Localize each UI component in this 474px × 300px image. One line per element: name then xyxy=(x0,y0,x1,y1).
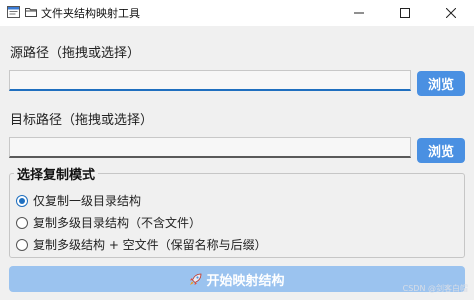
start-mapping-button[interactable]: 开始映射结构 xyxy=(9,266,465,292)
minimize-icon xyxy=(354,12,364,14)
radio-label: 复制多级目录结构（不含文件） xyxy=(33,216,202,230)
maximize-button[interactable] xyxy=(382,0,428,26)
radio-button[interactable] xyxy=(16,216,28,229)
copy-mode-title: 选择复制模式 xyxy=(14,164,99,183)
rocket-icon xyxy=(190,273,202,285)
title-bar[interactable]: 文件夹结构映射工具 xyxy=(0,0,474,26)
target-browse-button[interactable]: 浏览 xyxy=(417,138,465,163)
start-mapping-label: 开始映射结构 xyxy=(206,273,285,289)
radio-label: 复制多级结构 + 空文件（保留名称与后缀） xyxy=(33,238,267,252)
source-path-label: 源路径（拖拽或选择） xyxy=(10,46,141,61)
radio-option-level1[interactable]: 仅复制一级目录结构 xyxy=(16,192,141,209)
radio-label: 仅复制一级目录结构 xyxy=(33,194,142,208)
close-icon xyxy=(446,8,456,18)
source-path-input[interactable] xyxy=(9,70,411,91)
source-browse-button[interactable]: 浏览 xyxy=(417,71,465,96)
radio-button[interactable] xyxy=(16,238,28,251)
target-path-input[interactable] xyxy=(9,137,411,158)
app-icon xyxy=(7,6,20,18)
radio-option-multilevel-files[interactable]: 复制多级结构 + 空文件（保留名称与后缀） xyxy=(16,236,267,253)
watermark: CSDN @剑客白帽 xyxy=(402,284,468,293)
window-title: 文件夹结构映射工具 xyxy=(41,7,140,20)
minimize-button[interactable] xyxy=(336,0,382,26)
radio-option-multilevel[interactable]: 复制多级目录结构（不含文件） xyxy=(16,214,201,231)
radio-button-checked[interactable] xyxy=(16,194,28,207)
maximize-icon xyxy=(400,8,410,18)
app-window: 文件夹结构映射工具 源路径（拖拽或选择） 浏览 目标路径（拖拽或选择） 浏览 选… xyxy=(0,0,474,300)
close-button[interactable] xyxy=(428,0,474,26)
folder-icon xyxy=(25,8,37,17)
target-path-label: 目标路径（拖拽或选择） xyxy=(10,113,154,128)
